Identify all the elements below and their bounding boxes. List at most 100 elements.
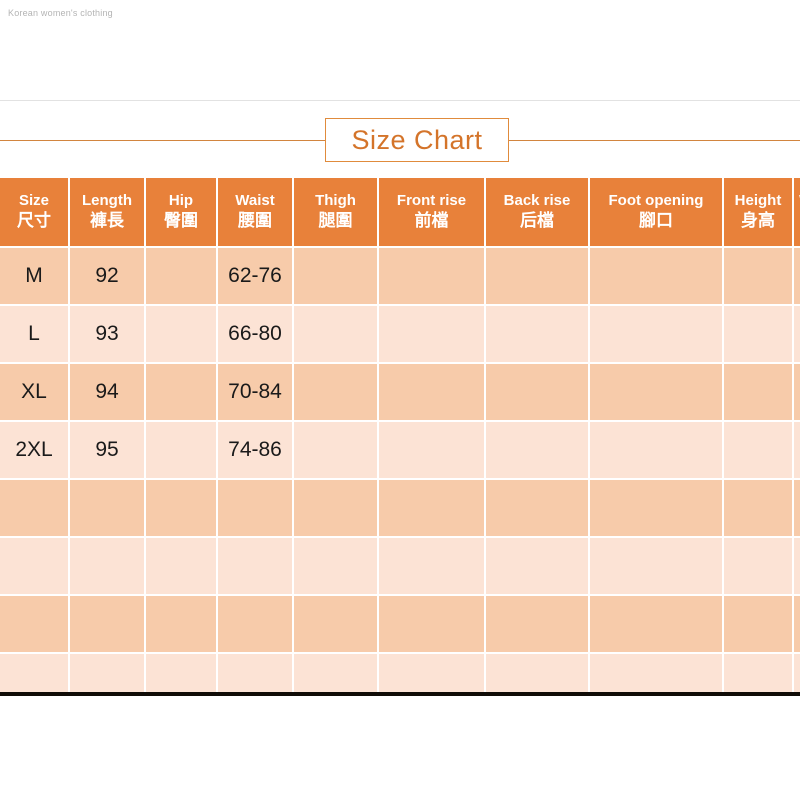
size-chart-table-container: Size 尺寸 Length 褲長 Hip 臀圍 Waist 腰圍 Thigh 腿圍 Front r… <box>0 178 800 694</box>
column-header-zh: 臀圍 <box>164 210 198 230</box>
table-row <box>0 538 800 594</box>
table-cell <box>590 596 722 652</box>
table-cell <box>794 422 800 478</box>
table-cell <box>724 538 792 594</box>
column-header-length: Length 褲長 <box>70 178 144 246</box>
column-header-en: Hip <box>168 192 194 210</box>
size-chart-table: Size 尺寸 Length 褲長 Hip 臀圍 Waist 腰圍 Thigh 腿圍 Front r… <box>0 178 800 694</box>
table-cell <box>294 364 377 420</box>
table-cell <box>294 248 377 304</box>
top-divider <box>0 100 800 101</box>
table-row <box>0 596 800 652</box>
table-cell <box>724 596 792 652</box>
table-cell <box>218 480 292 536</box>
table-row: L 93 66-80 <box>0 306 800 362</box>
column-header-zh: 前檔 <box>414 210 449 230</box>
table-cell <box>146 306 216 362</box>
table-cell: XL <box>0 364 68 420</box>
table-cell <box>379 538 484 594</box>
table-cell <box>294 480 377 536</box>
table-header: Size 尺寸 Length 褲長 Hip 臀圍 Waist 腰圍 Thigh 腿圍 Front r… <box>0 178 800 246</box>
table-cell <box>0 654 68 694</box>
table-cell <box>590 654 722 694</box>
table-cell <box>0 480 68 536</box>
table-cell <box>794 538 800 594</box>
column-header-en: Height <box>734 192 782 210</box>
title-box: Size Chart <box>325 118 509 162</box>
column-header-zh: 腿圍 <box>318 210 353 230</box>
column-header-back-rise: Back rise 后檔 <box>486 178 588 246</box>
column-header-en: Thigh <box>315 192 356 210</box>
column-header-en: Size <box>18 192 49 210</box>
table-cell: 92 <box>70 248 144 304</box>
column-header-en: Front rise <box>396 192 467 210</box>
table-cell <box>794 306 800 362</box>
table-cell <box>486 596 588 652</box>
table-cell <box>379 248 484 304</box>
table-cell: 66-80 <box>218 306 292 362</box>
table-cell <box>0 538 68 594</box>
column-header-height: Height 身高 <box>724 178 792 246</box>
table-cell <box>590 480 722 536</box>
column-header-en: Weight <box>794 192 800 210</box>
table-row: 2XL 95 74-86 <box>0 422 800 478</box>
table-cell <box>379 364 484 420</box>
column-header-zh: 褲長 <box>90 210 124 230</box>
column-header-en: Back rise <box>503 192 571 210</box>
watermark-text: Korean women's clothing <box>8 8 113 18</box>
column-header-en: Foot opening <box>608 192 704 210</box>
table-cell <box>146 364 216 420</box>
column-header-front-rise: Front rise 前檔 <box>379 178 484 246</box>
table-cell <box>379 422 484 478</box>
table-cell <box>70 538 144 594</box>
table-cell <box>486 248 588 304</box>
table-cell <box>294 422 377 478</box>
table-cell <box>724 480 792 536</box>
table-cell: L <box>0 306 68 362</box>
table-cell <box>794 596 800 652</box>
table-cell <box>794 364 800 420</box>
table-body: M 92 62-76 L 93 66-80 XL 94 70-84 2XL 95 74-86 <box>0 248 800 694</box>
table-cell <box>379 480 484 536</box>
column-header-hip: Hip 臀圍 <box>146 178 216 246</box>
table-cell: 93 <box>70 306 144 362</box>
table-row: XL 94 70-84 <box>0 364 800 420</box>
table-cell <box>724 248 792 304</box>
column-header-zh: 身高 <box>741 210 775 230</box>
table-cell <box>379 306 484 362</box>
table-row <box>0 480 800 536</box>
table-cell <box>70 654 144 694</box>
table-cell: 62-76 <box>218 248 292 304</box>
column-header-zh: 體重 <box>794 211 800 232</box>
table-cell <box>146 248 216 304</box>
table-cell: 94 <box>70 364 144 420</box>
column-header-en: Waist <box>235 192 275 210</box>
table-cell: 95 <box>70 422 144 478</box>
table-cell <box>590 422 722 478</box>
table-cell <box>294 306 377 362</box>
column-header-size: Size 尺寸 <box>0 178 68 246</box>
column-header-thigh: Thigh 腿圍 <box>294 178 377 246</box>
table-cell <box>794 248 800 304</box>
page-title: Size Chart <box>351 124 483 155</box>
table-row <box>0 654 800 694</box>
table-cell <box>486 364 588 420</box>
table-cell <box>486 422 588 478</box>
table-cell <box>486 306 588 362</box>
table-cell <box>724 364 792 420</box>
table-cell <box>294 654 377 694</box>
column-header-zh: 尺寸 <box>17 210 51 230</box>
table-cell <box>146 480 216 536</box>
column-header-weight: Weight體重 <box>794 178 800 246</box>
table-cell: 2XL <box>0 422 68 478</box>
table-cell <box>486 654 588 694</box>
column-header-zh: 后檔 <box>520 210 554 230</box>
table-cell <box>590 306 722 362</box>
table-cell <box>379 596 484 652</box>
table-header-row: Size 尺寸 Length 褲長 Hip 臀圍 Waist 腰圍 Thigh 腿圍 Front r… <box>0 178 800 246</box>
table-bottom-rule <box>0 692 800 696</box>
column-header-en: Length <box>82 192 132 210</box>
table-cell <box>590 538 722 594</box>
table-cell <box>724 654 792 694</box>
table-cell <box>218 596 292 652</box>
